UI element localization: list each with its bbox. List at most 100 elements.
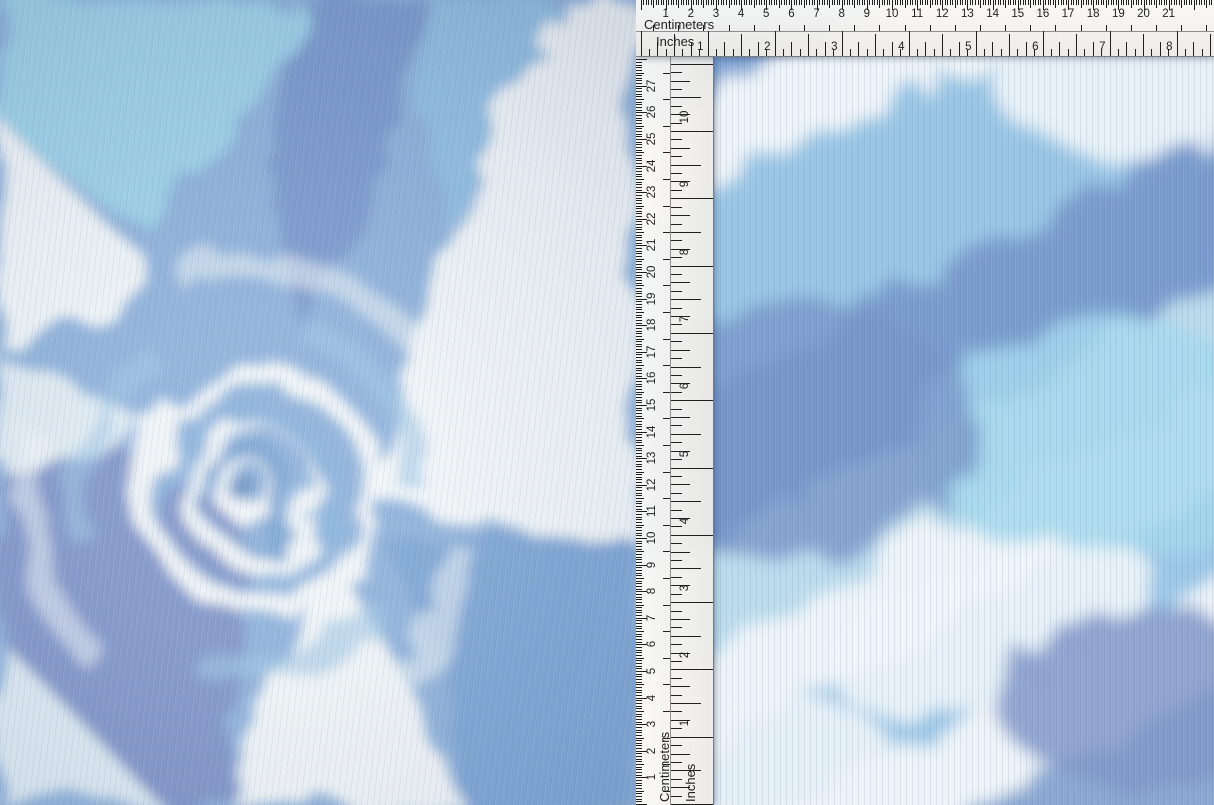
mm-tick	[636, 301, 642, 302]
mm-tick	[945, 0, 946, 5]
mm-tick	[1156, 0, 1157, 8]
inch-tick	[1110, 31, 1111, 56]
mm-tick	[636, 767, 642, 768]
mm-tick	[636, 482, 642, 483]
inch-tick	[671, 64, 713, 65]
mm-tick	[636, 759, 642, 760]
mm-tick	[686, 0, 687, 5]
mm-tick	[636, 658, 644, 659]
mm-tick	[636, 206, 644, 207]
mm-tick	[636, 158, 642, 159]
mm-tick	[636, 400, 642, 401]
half-cm-tick	[663, 684, 670, 685]
mm-tick	[636, 102, 642, 103]
inch-tick	[671, 97, 701, 98]
mm-tick	[746, 0, 747, 5]
inch-tick	[671, 215, 690, 216]
cm-number: 21	[646, 235, 658, 255]
inch-tick	[671, 282, 690, 283]
mm-tick	[636, 216, 642, 217]
mm-tick	[636, 440, 642, 441]
mm-tick	[636, 495, 642, 496]
inch-tick	[671, 341, 682, 342]
mm-tick	[636, 722, 642, 723]
cm-number: 8	[646, 581, 658, 601]
mm-tick	[1123, 0, 1124, 5]
inch-tick	[671, 745, 682, 746]
half-cm-tick	[663, 259, 670, 260]
mm-tick	[776, 0, 777, 5]
mm-tick	[713, 0, 714, 5]
mm-tick	[636, 583, 642, 584]
mm-tick	[761, 0, 762, 5]
inch-tick	[671, 266, 713, 267]
mm-tick	[636, 748, 642, 749]
mm-tick	[749, 0, 750, 5]
mm-tick	[1061, 0, 1062, 5]
inch-tick	[671, 274, 682, 275]
inch-tick	[671, 207, 682, 208]
mm-tick	[636, 799, 642, 800]
inch-tick	[671, 367, 701, 368]
inch-tick	[1043, 31, 1044, 56]
mm-tick	[857, 0, 858, 5]
mm-tick	[1171, 0, 1172, 5]
mm-tick	[636, 62, 642, 63]
mm-tick	[636, 118, 642, 119]
mm-tick	[636, 612, 642, 613]
mm-tick	[764, 0, 765, 5]
mm-tick	[636, 764, 644, 765]
inch-tick	[671, 333, 713, 334]
inch-tick	[671, 501, 701, 502]
half-cm-tick	[663, 711, 670, 712]
mm-tick	[1003, 0, 1004, 5]
mm-tick	[636, 456, 642, 457]
mm-tick	[636, 735, 642, 736]
mm-tick	[1073, 0, 1074, 5]
vertical-ruler-cm-scale: 1234567891011121314151617181920212223242…	[636, 57, 670, 805]
inch-number: 6	[679, 376, 691, 396]
mm-tick	[636, 346, 642, 347]
mm-tick	[1103, 0, 1104, 5]
mm-tick	[636, 793, 642, 794]
half-cm-tick	[663, 285, 670, 286]
inch-number: 7	[1084, 41, 1106, 53]
mm-tick	[739, 0, 740, 5]
mm-tick	[756, 0, 757, 5]
mm-tick	[636, 487, 642, 488]
inch-tick	[917, 49, 918, 56]
mm-tick	[636, 546, 642, 547]
half-cm-tick	[663, 73, 670, 74]
mm-tick	[636, 171, 642, 172]
mm-tick	[970, 0, 971, 5]
mm-tick	[636, 597, 642, 598]
mm-tick	[636, 743, 642, 744]
mm-tick	[636, 509, 642, 510]
mm-tick	[822, 0, 823, 5]
mm-tick	[1161, 0, 1162, 5]
mm-tick	[1081, 0, 1082, 8]
inch-number: 2	[749, 41, 771, 53]
mm-tick	[988, 0, 989, 5]
cm-number: 11	[907, 8, 927, 20]
mm-tick	[636, 198, 642, 199]
mm-tick	[887, 0, 888, 5]
inch-tick	[671, 754, 690, 755]
mm-tick	[636, 203, 642, 204]
cm-number: 12	[932, 8, 952, 20]
mm-tick	[920, 0, 921, 5]
inch-tick	[671, 417, 690, 418]
mm-tick	[636, 626, 642, 627]
inch-tick	[671, 434, 701, 435]
mm-tick	[636, 179, 644, 180]
inch-tick	[867, 49, 868, 56]
mm-tick	[734, 0, 735, 5]
mm-tick	[636, 714, 642, 715]
inch-tick	[671, 552, 690, 553]
mm-tick	[636, 761, 642, 762]
half-cm-tick	[663, 206, 670, 207]
mm-tick	[723, 0, 724, 5]
mm-tick	[681, 0, 682, 5]
mm-tick	[721, 0, 722, 5]
half-cm-tick	[663, 605, 670, 606]
